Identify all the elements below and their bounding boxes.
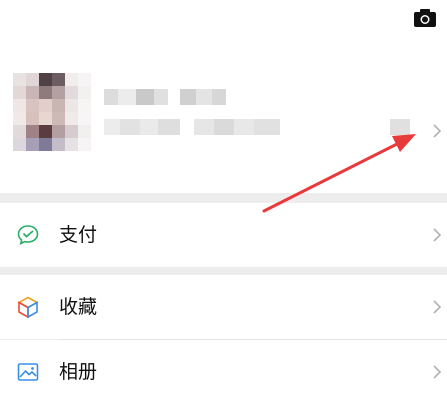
annotation-arrow — [262, 134, 416, 213]
